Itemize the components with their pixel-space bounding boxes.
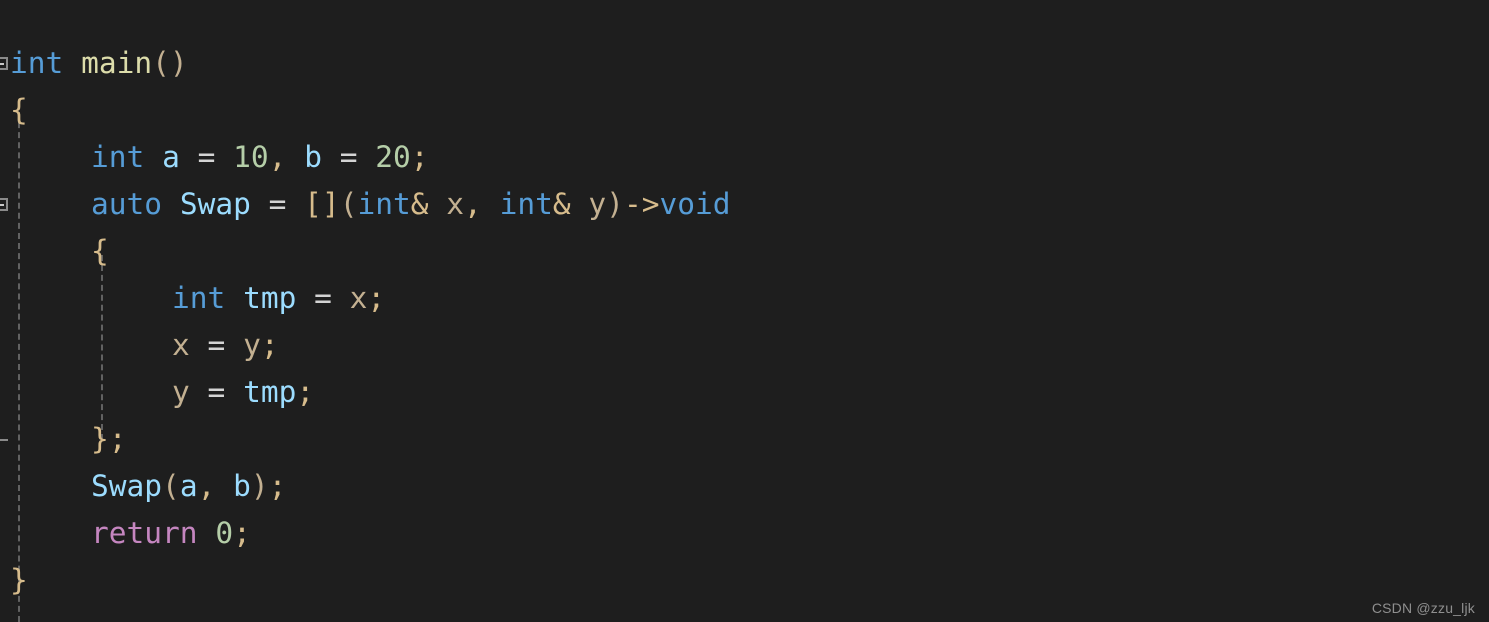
code-line[interactable]: int a = 10, b = 20;: [0, 134, 1489, 181]
code-token: 10: [233, 140, 269, 174]
code-token: =: [268, 187, 287, 221]
code-token: ;: [367, 281, 386, 315]
code-token: {: [91, 234, 109, 268]
code-token: (: [162, 469, 180, 503]
code-token: auto: [91, 187, 163, 221]
code-token: ;: [410, 140, 429, 174]
code-line[interactable]: Swap(a, b);: [0, 463, 1489, 510]
code-token: int: [357, 187, 411, 221]
code-token: =: [197, 140, 216, 174]
code-token: tmp: [243, 281, 297, 315]
code-token: b: [233, 469, 251, 503]
code-line[interactable]: int main(): [0, 40, 1489, 87]
code-token: ;: [296, 375, 315, 409]
code-token: ;: [108, 422, 127, 456]
code-line[interactable]: }: [0, 557, 1489, 604]
code-token: void: [659, 187, 731, 221]
code-token: }: [10, 563, 28, 597]
code-token: 20: [375, 140, 411, 174]
code-token: 0: [215, 516, 234, 550]
code-token: }: [91, 422, 109, 456]
code-token: main: [81, 46, 153, 80]
code-line[interactable]: int tmp = x;: [0, 275, 1489, 322]
code-token: a: [162, 140, 180, 174]
code-token: y: [172, 375, 190, 409]
code-token: ): [606, 187, 624, 221]
code-line[interactable]: {: [0, 228, 1489, 275]
code-token: ): [250, 469, 269, 503]
code-token: =: [207, 375, 226, 409]
code-token: y: [243, 328, 261, 362]
code-token: a: [179, 469, 198, 503]
code-token: &: [410, 187, 429, 221]
code-token: x: [446, 187, 465, 221]
code-token: int: [499, 187, 553, 221]
code-token: return: [91, 516, 198, 550]
code-token: ,: [268, 140, 287, 174]
code-token: []: [304, 187, 340, 221]
code-token: Swap: [91, 469, 163, 503]
code-token: int: [91, 140, 145, 174]
code-token: ;: [260, 328, 279, 362]
code-token: ;: [268, 469, 287, 503]
code-token: ->: [623, 187, 660, 221]
code-token: =: [339, 140, 358, 174]
code-editor[interactable]: int main(){int a = 10, b = 20; auto Swap …: [0, 0, 1489, 622]
code-line[interactable]: auto Swap = [](int& x, int& y)->void: [0, 181, 1489, 228]
code-token: =: [207, 328, 226, 362]
code-line[interactable]: return 0;: [0, 510, 1489, 557]
code-token: x: [172, 328, 190, 362]
code-line[interactable]: y = tmp;: [0, 369, 1489, 416]
code-token: int: [10, 46, 64, 80]
code-token: ;: [233, 516, 251, 550]
code-token: y: [588, 187, 607, 221]
code-token: (: [339, 187, 358, 221]
watermark-label: CSDN @zzu_ljk: [1371, 600, 1475, 616]
code-token: x: [349, 281, 368, 315]
code-line[interactable]: x = y;: [0, 322, 1489, 369]
code-token: Swap: [179, 187, 251, 221]
code-token: {: [10, 93, 28, 127]
code-token: =: [314, 281, 332, 315]
code-token: (): [152, 46, 188, 80]
code-line[interactable]: };: [0, 416, 1489, 463]
code-token: b: [304, 140, 322, 174]
code-token: ,: [464, 187, 482, 221]
code-token: int: [172, 281, 226, 315]
code-line[interactable]: {: [0, 87, 1489, 134]
code-token: ,: [197, 469, 216, 503]
code-token: tmp: [243, 375, 297, 409]
code-token: &: [552, 187, 571, 221]
